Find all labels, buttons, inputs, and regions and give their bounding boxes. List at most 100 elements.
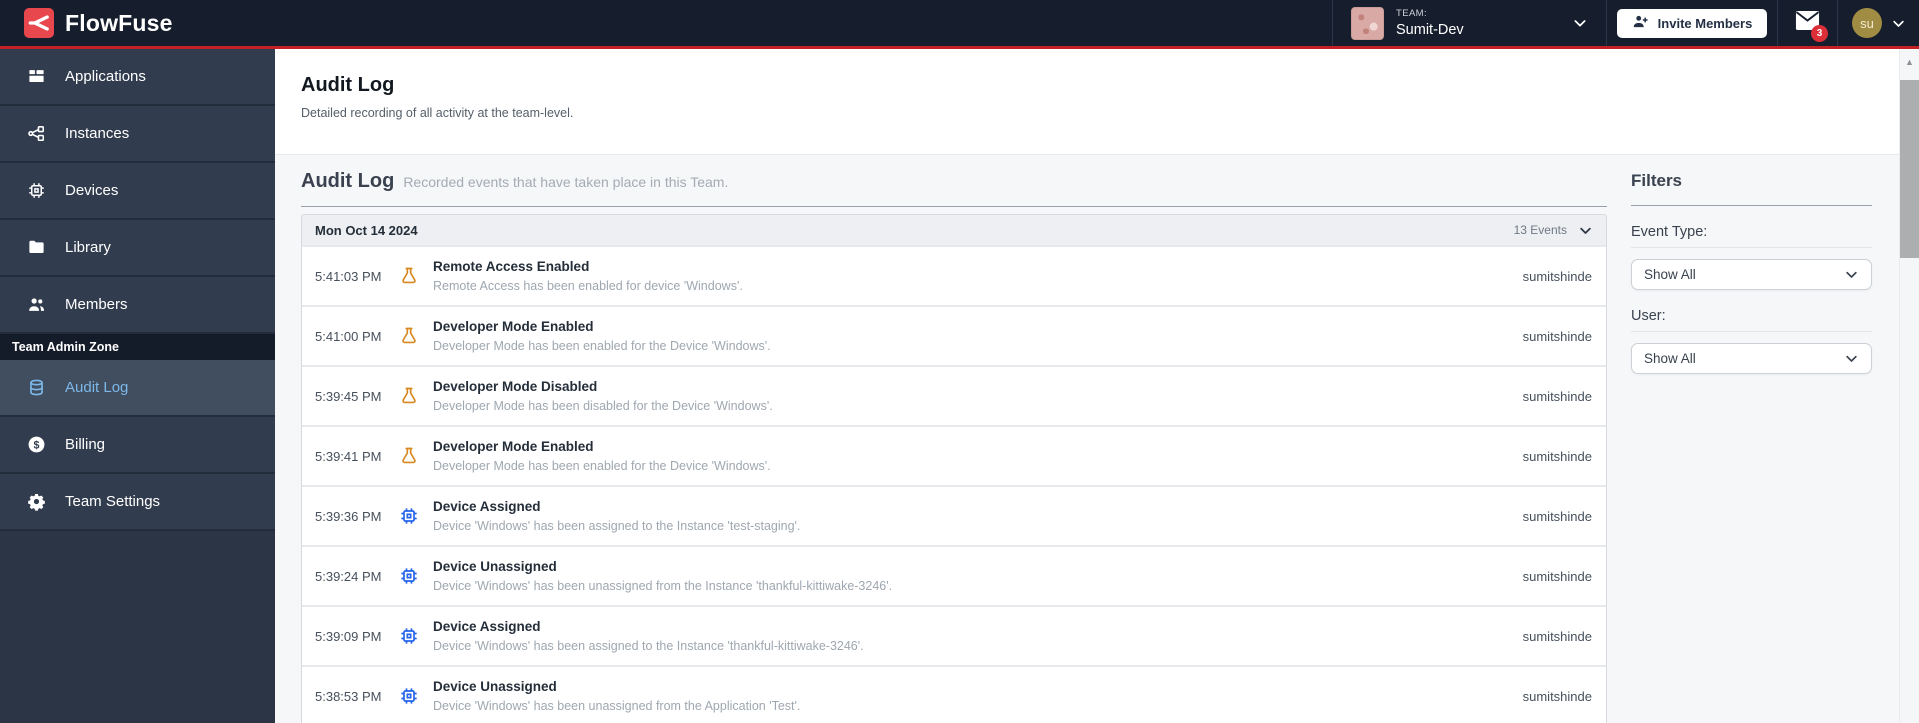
team-name: Sumit-Dev (1396, 21, 1464, 38)
scrollbar-thumb[interactable] (1900, 80, 1919, 258)
chevron-down-icon (1844, 351, 1859, 366)
sidebar-item[interactable]: Library (0, 220, 275, 277)
event-description: Developer Mode has been enabled for the … (433, 459, 771, 474)
sidebar-section-team-admin-zone: Team Admin Zone (0, 334, 275, 360)
members-icon (27, 295, 46, 314)
sidebar-item-label: Audit Log (65, 379, 129, 396)
scrollbar-up-arrow[interactable]: ▲ (1900, 49, 1919, 75)
applications-icon (27, 67, 46, 86)
event-type-label: Event Type: (1631, 224, 1872, 248)
billing-icon: $ (27, 435, 46, 454)
event-description: Developer Mode has been disabled for the… (433, 399, 773, 414)
event-user: sumitshinde (1522, 508, 1592, 524)
team-label: TEAM: (1396, 8, 1428, 19)
chevron-down-icon (1891, 16, 1906, 31)
team-avatar (1351, 6, 1384, 40)
notifications-button[interactable]: 3 (1778, 0, 1837, 46)
sidebar-nav: Applications Instances Devices Library M… (0, 49, 275, 334)
event-row: 5:38:53 PM Device Unassigned Device 'Win… (302, 665, 1606, 723)
sidebar-item[interactable]: Members (0, 277, 275, 334)
event-user: sumitshinde (1522, 628, 1592, 644)
section-subtitle: Recorded events that have taken place in… (403, 174, 729, 190)
team-selector[interactable]: TEAM: Sumit-Dev (1333, 0, 1606, 46)
event-description: Device 'Windows' has been assigned to th… (433, 639, 864, 654)
event-time: 5:41:03 PM (315, 268, 382, 284)
event-type-select[interactable]: Show All (1631, 259, 1872, 290)
sidebar-item-label: Applications (65, 68, 146, 85)
chip-icon (399, 626, 419, 646)
event-user: sumitshinde (1522, 568, 1592, 584)
event-title: Developer Mode Enabled (433, 438, 594, 454)
audit-log-column: Audit Log Recorded events that have take… (301, 169, 1607, 723)
main-area: Audit Log Detailed recording of all acti… (275, 49, 1919, 723)
event-row: 5:39:09 PM Device Assigned Device 'Windo… (302, 605, 1606, 665)
audit-log-icon (27, 378, 46, 397)
brand-name: FlowFuse (65, 9, 173, 36)
page-header: Audit Log Detailed recording of all acti… (275, 49, 1919, 155)
sidebar-item[interactable]: $ Billing (0, 417, 275, 474)
event-description: Device 'Windows' has been assigned to th… (433, 519, 801, 534)
event-title: Developer Mode Disabled (433, 378, 598, 394)
event-row: 5:41:00 PM Developer Mode Enabled Develo… (302, 305, 1606, 365)
sidebar-item-label: Library (65, 239, 111, 256)
filters-divider (1631, 205, 1872, 206)
user-select-value: Show All (1644, 351, 1696, 366)
chip-icon (399, 566, 419, 586)
event-time: 5:39:36 PM (315, 508, 382, 524)
library-icon (27, 238, 46, 257)
event-time: 5:39:09 PM (315, 628, 382, 644)
chip-icon (399, 686, 419, 706)
sidebar-item[interactable]: Applications (0, 49, 275, 106)
sidebar-item-label: Instances (65, 125, 130, 142)
user-plus-icon (1632, 13, 1649, 33)
sidebar-admin-nav: Audit Log $ Billing Team Settings (0, 360, 275, 531)
sidebar-item[interactable]: Team Settings (0, 474, 275, 531)
date-group-header[interactable]: Mon Oct 14 2024 13 Events (302, 215, 1606, 245)
sidebar-item-label: Team Settings (65, 493, 161, 510)
navbar-right: TEAM: Sumit-Dev Invite Members 3 su (1332, 0, 1919, 46)
event-description: Device 'Windows' has been unassigned fro… (433, 579, 893, 594)
flask-icon (399, 266, 419, 286)
invite-members-button[interactable]: Invite Members (1616, 8, 1768, 38)
sidebar-item[interactable]: Devices (0, 163, 275, 220)
notification-badge: 3 (1811, 25, 1828, 42)
user-menu[interactable]: su (1838, 0, 1919, 46)
team-settings-icon (27, 492, 46, 511)
event-user: sumitshinde (1522, 388, 1592, 404)
event-title: Device Unassigned (433, 678, 557, 694)
event-user: sumitshinde (1522, 688, 1592, 704)
event-user: sumitshinde (1522, 268, 1592, 284)
page-title: Audit Log (301, 74, 395, 96)
vertical-scrollbar[interactable]: ▲ (1899, 49, 1919, 723)
section-divider (301, 206, 1607, 207)
filters-panel: Filters Event Type: Show All User: Show … (1631, 169, 1872, 723)
section-title: Audit Log (301, 170, 395, 192)
sidebar: Applications Instances Devices Library M… (0, 49, 275, 723)
user-select[interactable]: Show All (1631, 343, 1872, 374)
event-description: Remote Access has been enabled for devic… (433, 279, 743, 294)
event-type-select-value: Show All (1644, 267, 1696, 282)
event-time: 5:39:41 PM (315, 448, 382, 464)
sidebar-item-label: Members (65, 296, 128, 313)
event-list: 5:41:03 PM Remote Access Enabled Remote … (302, 245, 1606, 723)
brand-logo[interactable]: FlowFuse (0, 8, 173, 38)
event-description: Device 'Windows' has been unassigned fro… (433, 699, 801, 714)
audit-log-table: Mon Oct 14 2024 13 Events 5:41:03 PM Rem… (301, 214, 1607, 723)
avatar: su (1852, 8, 1882, 38)
instances-icon (27, 124, 46, 143)
event-row: 5:41:03 PM Remote Access Enabled Remote … (302, 245, 1606, 305)
event-description: Developer Mode has been enabled for the … (433, 339, 771, 354)
event-title: Developer Mode Enabled (433, 318, 594, 334)
sidebar-item-label: Devices (65, 182, 119, 199)
sidebar-item[interactable]: Instances (0, 106, 275, 163)
date-group-label: Mon Oct 14 2024 (315, 222, 418, 238)
event-title: Device Unassigned (433, 558, 557, 574)
event-time: 5:38:53 PM (315, 688, 382, 704)
devices-icon (27, 181, 46, 200)
event-title: Remote Access Enabled (433, 258, 590, 274)
user-label: User: (1631, 308, 1872, 332)
sidebar-item[interactable]: Audit Log (0, 360, 275, 417)
event-title: Device Assigned (433, 498, 541, 514)
event-time: 5:39:45 PM (315, 388, 382, 404)
event-row: 5:39:24 PM Device Unassigned Device 'Win… (302, 545, 1606, 605)
